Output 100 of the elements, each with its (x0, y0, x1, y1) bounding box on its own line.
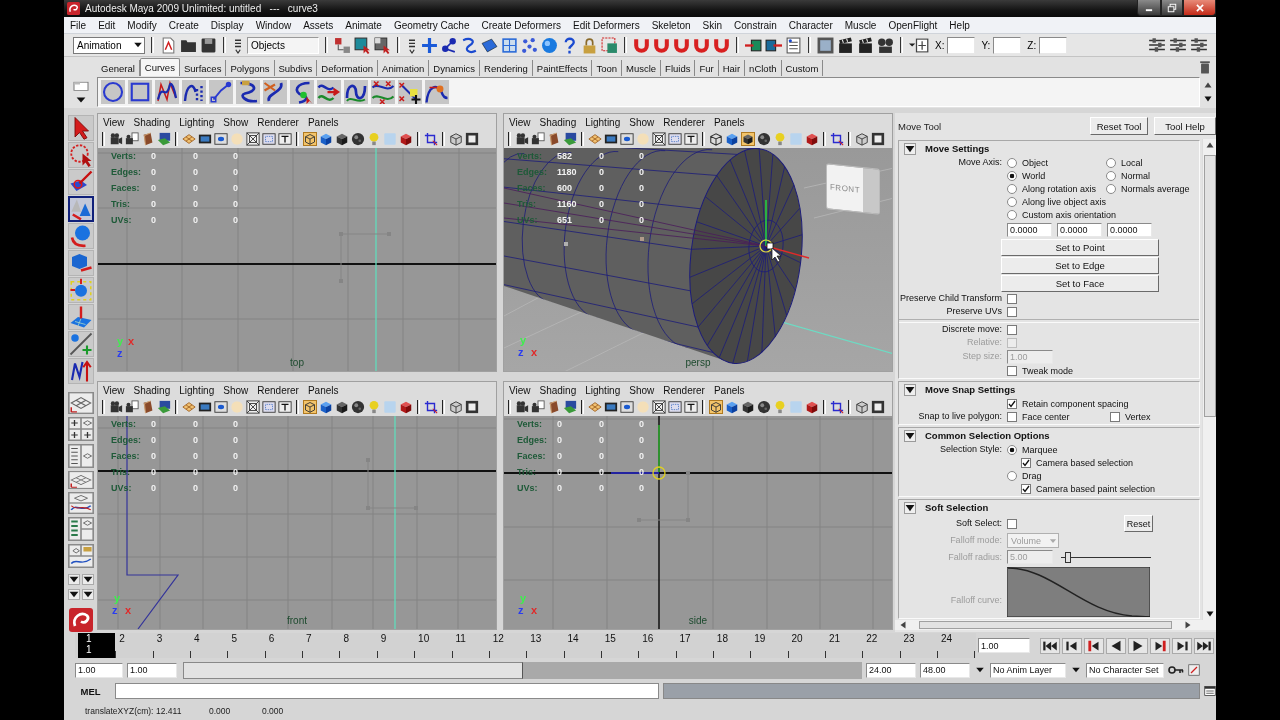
clapperboard-icon[interactable] (857, 36, 874, 54)
checkbox[interactable] (1007, 306, 1017, 317)
image-plane-icon[interactable] (563, 132, 577, 146)
radio-button[interactable] (1106, 170, 1116, 181)
lattice-icon[interactable] (501, 36, 518, 54)
wireframe-cube-icon[interactable] (303, 400, 317, 414)
panel-menu-item[interactable]: Lighting (179, 384, 215, 396)
menu-item[interactable]: Animate (345, 19, 382, 31)
four-pane-icon[interactable] (67, 417, 94, 441)
panel-menu-item[interactable]: Renderer (257, 116, 299, 128)
script-language-button[interactable]: MEL (70, 683, 111, 699)
object-mode-icon[interactable] (354, 36, 371, 54)
current-frame-marker[interactable]: 1 1 (78, 633, 116, 658)
text-frame-icon[interactable] (684, 132, 698, 146)
range-end-field[interactable]: 24.00 (866, 662, 916, 678)
wireframe-cube-icon[interactable] (709, 400, 723, 414)
circle-icon[interactable] (101, 80, 125, 104)
menu-item[interactable]: Edit Deformers (572, 19, 640, 31)
selection-box-icon[interactable] (601, 36, 618, 54)
panel-menu-item[interactable]: Panels (307, 384, 339, 396)
panel-menu-item[interactable]: View (103, 116, 125, 128)
panel-menu-item[interactable]: Show (629, 384, 655, 396)
magnet-icon[interactable] (633, 36, 650, 54)
field-chart-icon[interactable] (246, 400, 260, 414)
plus-icon[interactable] (421, 36, 438, 54)
panel-menu-item[interactable]: Panels (713, 116, 745, 128)
panel-menu-item[interactable]: Panels (307, 116, 339, 128)
cube-outline-icon[interactable] (449, 400, 463, 414)
down-triangle-icon[interactable] (904, 429, 916, 442)
target-menu-icon[interactable] (909, 36, 929, 54)
curve-icon[interactable] (461, 36, 478, 54)
curve-knot-icon[interactable] (425, 80, 449, 104)
film-gate-icon[interactable] (198, 132, 212, 146)
anim-layer-field[interactable]: No Anim Layer (990, 662, 1066, 678)
node-graph-pane-icon[interactable] (67, 544, 94, 568)
history-list-icon[interactable] (785, 36, 802, 54)
hook-curve-icon[interactable] (236, 80, 260, 104)
camera-page-icon[interactable] (125, 132, 139, 146)
menu-item[interactable]: Create Deformers (481, 19, 561, 31)
surface-icon[interactable] (481, 36, 498, 54)
trash-icon[interactable] (1198, 59, 1212, 74)
down-triangle-icon[interactable] (67, 574, 80, 585)
render-window-icon[interactable] (817, 36, 834, 54)
clapperboard-icon[interactable] (837, 36, 854, 54)
field-chart-icon[interactable] (652, 400, 666, 414)
magnet-icon[interactable] (673, 36, 690, 54)
skip-to-start-icon[interactable] (1040, 637, 1060, 654)
down-triangle-icon[interactable] (1204, 95, 1212, 103)
film-gate-icon[interactable] (604, 400, 618, 414)
ball-slash-icon[interactable] (67, 331, 94, 357)
shaded-cube-icon[interactable] (319, 132, 333, 146)
outliner-graph-pane-icon[interactable] (67, 517, 94, 541)
coordinate-field[interactable] (947, 36, 976, 54)
text-frame-icon[interactable] (278, 132, 292, 146)
frame-corners-icon[interactable] (871, 132, 885, 146)
zigzag-curve-icon[interactable] (155, 80, 179, 104)
dark-cube-icon[interactable] (335, 132, 349, 146)
menu-item[interactable]: Modify (127, 19, 157, 31)
menu-item[interactable]: Help (949, 19, 970, 31)
camera-icon[interactable] (515, 132, 529, 146)
selection-mode-field[interactable]: Objects (247, 36, 319, 54)
panel-menu-item[interactable]: Shading (539, 384, 577, 396)
film-reels-icon[interactable] (877, 36, 894, 54)
book-icon[interactable] (141, 400, 155, 414)
panel-menu-item[interactable]: View (103, 384, 125, 396)
cube-outline-icon[interactable] (855, 400, 869, 414)
current-time-field[interactable]: 1.00 (978, 638, 1030, 653)
step-back-icon[interactable] (1062, 637, 1082, 654)
set-button[interactable]: Set to Edge (1001, 256, 1159, 274)
safe-title-icon[interactable] (668, 132, 682, 146)
panel-menu-item[interactable]: Renderer (257, 384, 299, 396)
menu-item[interactable]: Display (210, 19, 244, 31)
book-icon[interactable] (141, 132, 155, 146)
camera-icon[interactable] (109, 400, 123, 414)
radio-button[interactable] (1007, 196, 1017, 207)
checkbox[interactable] (1007, 365, 1017, 376)
two-point-line-icon[interactable] (209, 80, 233, 104)
coordinate-field[interactable] (993, 36, 1022, 54)
menu-item[interactable]: Character (788, 19, 833, 31)
menu-set-dropdown[interactable]: Animation (73, 36, 145, 54)
camera-icon[interactable] (515, 400, 529, 414)
camera-page-icon[interactable] (125, 400, 139, 414)
frame-corners-icon[interactable] (465, 132, 479, 146)
close-icon[interactable] (1194, 2, 1205, 13)
glossy-cube-icon[interactable] (399, 400, 413, 414)
textured-ball-icon[interactable] (351, 132, 365, 146)
image-plane-icon[interactable] (157, 400, 171, 414)
lasso-icon[interactable] (67, 142, 94, 168)
crop-frame-icon[interactable] (830, 132, 844, 146)
cross-curves-icon[interactable] (371, 80, 395, 104)
menu-item[interactable]: Muscle (844, 19, 877, 31)
text-frame-icon[interactable] (684, 400, 698, 414)
swirl-logo-icon[interactable] (68, 608, 93, 632)
panel-menu-item[interactable]: Renderer (663, 116, 705, 128)
panel-menu-item[interactable]: Renderer (663, 384, 705, 396)
sphere-icon[interactable] (541, 36, 558, 54)
menu-item[interactable]: Window (255, 19, 292, 31)
grid-plane-icon[interactable] (67, 392, 94, 414)
shaded-cube-icon[interactable] (319, 400, 333, 414)
frame-corners-icon[interactable] (871, 400, 885, 414)
